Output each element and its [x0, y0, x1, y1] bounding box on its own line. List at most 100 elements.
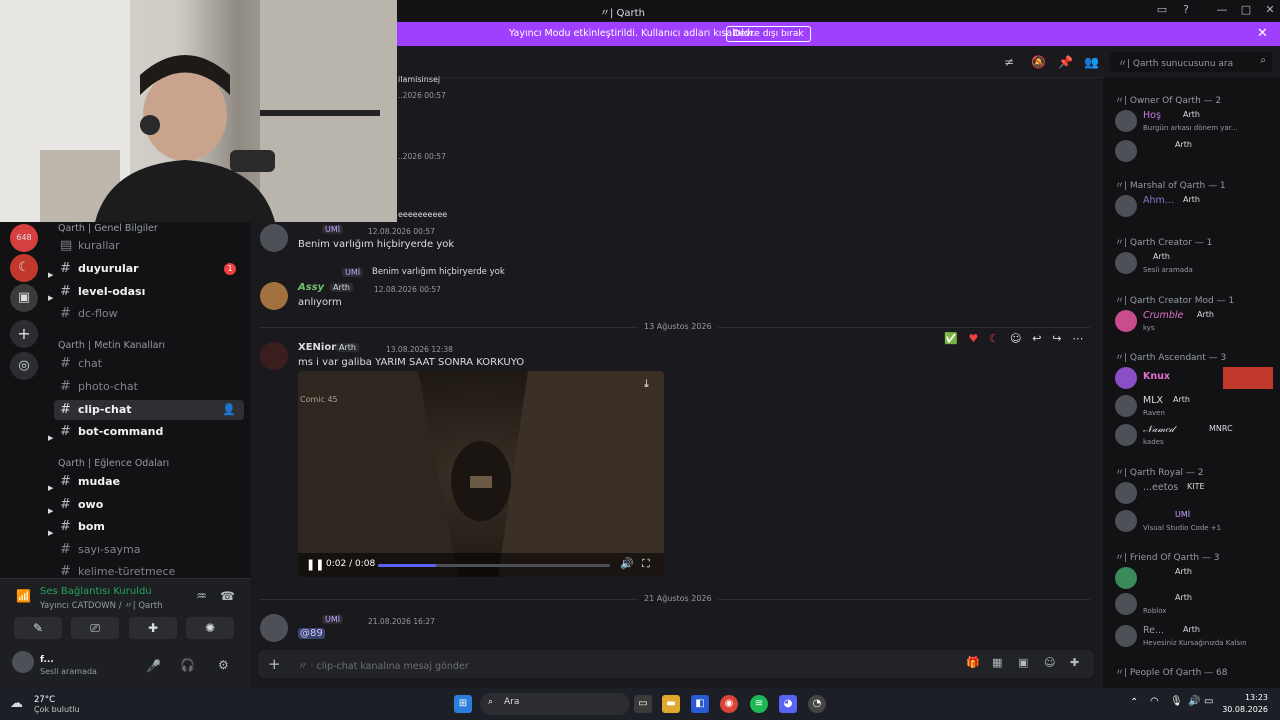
discord-icon[interactable]: ◕: [779, 695, 797, 713]
channel-kurallar[interactable]: ▤ kurallar: [54, 236, 244, 256]
channel-sayi-sayma[interactable]: # sayı-sayma: [54, 540, 244, 560]
store-icon[interactable]: ◧: [691, 695, 709, 713]
member-item[interactable]: Arth: [1113, 136, 1275, 166]
server-icon-home[interactable]: 648: [10, 224, 38, 252]
category-text-channels[interactable]: Qarth | Metin Kanalları: [58, 340, 165, 351]
reply-icon[interactable]: ↩: [1032, 332, 1041, 345]
reply-preview[interactable]: Benim varlığım hiçbiryerde yok: [372, 267, 505, 277]
close-icon[interactable]: ✕: [1257, 26, 1268, 41]
discover-icon[interactable]: ◎: [10, 352, 38, 380]
channel-level-odasi[interactable]: ▶ # level-odası: [48, 282, 244, 302]
spotify-icon[interactable]: ≋: [750, 695, 768, 713]
server-search[interactable]: 〃| Qarth sunucusunu ara ⌕: [1110, 52, 1272, 72]
channel-duyurular[interactable]: ▶ # duyurular 1: [48, 259, 244, 279]
activities-button[interactable]: ✚: [129, 617, 177, 639]
pause-icon[interactable]: ❚❚: [306, 558, 324, 571]
weather-cloud-icon[interactable]: ☁: [10, 696, 23, 711]
category-general-info[interactable]: Qarth | Genel Bilgiler: [58, 223, 158, 234]
download-icon[interactable]: ⤓: [644, 377, 649, 391]
pin-icon[interactable]: 📌: [1058, 55, 1073, 69]
flag-reaction-icon[interactable]: ☾: [989, 332, 999, 345]
volume-icon[interactable]: 🔊: [620, 557, 634, 570]
member-item[interactable]: Crumble Arth kys: [1113, 306, 1275, 336]
screen-share-button[interactable]: ⎚: [71, 617, 119, 639]
channel-bom[interactable]: ▶ # bom: [48, 517, 244, 537]
gif-icon[interactable]: ▦: [992, 656, 1002, 669]
chrome-icon[interactable]: ◉: [720, 695, 738, 713]
voice-channel[interactable]: Yayıncı CATDOWN / 〃| Qarth: [40, 599, 162, 611]
member-item[interactable]: MLX Arth Raven: [1113, 391, 1275, 421]
message-author[interactable]: Assy: [298, 282, 324, 293]
category-fun-rooms[interactable]: Qarth | Eğlence Odaları: [58, 458, 169, 469]
task-view-icon[interactable]: ▭: [634, 695, 652, 713]
member-item[interactable]: 𝒩𝒶𝓂𝑒𝒹 MNRC kades: [1113, 420, 1275, 450]
member-list-icon[interactable]: 👥: [1084, 55, 1099, 69]
channel-dc-flow[interactable]: # dc-flow: [54, 304, 244, 324]
channel-mudae[interactable]: ▶ # mudae: [48, 472, 244, 492]
mention[interactable]: @89: [298, 628, 325, 639]
member-item[interactable]: Arth Roblox: [1113, 589, 1275, 619]
member-item[interactable]: ...eetos KITE: [1113, 478, 1275, 508]
heart-reaction-icon[interactable]: ♥: [969, 332, 979, 345]
close-window-button[interactable]: ✕: [1262, 3, 1278, 17]
disable-streamer-mode-button[interactable]: Devre dışı bırak: [726, 26, 811, 42]
sticker-icon[interactable]: ▣: [1018, 656, 1028, 669]
message-author[interactable]: XENion: [298, 342, 338, 353]
inbox-icon[interactable]: ▭: [1154, 3, 1170, 17]
battery-icon[interactable]: ▭: [1204, 696, 1213, 707]
minimize-button[interactable]: —: [1214, 3, 1230, 17]
attach-plus-icon[interactable]: +: [268, 655, 281, 673]
member-item[interactable]: UMİ Visual Studio Code +1: [1113, 506, 1275, 536]
channel-photo-chat[interactable]: # photo-chat: [54, 377, 244, 397]
message-composer[interactable]: + 〃 · clip-chat kanalına mesaj gönder 🎁 …: [258, 650, 1094, 678]
invite-member-icon[interactable]: 👤: [222, 400, 236, 420]
headphones-icon[interactable]: 🎧: [180, 658, 195, 672]
disconnect-icon[interactable]: ☎: [220, 589, 235, 603]
member-item[interactable]: Ahm... Arth: [1113, 191, 1275, 221]
apps-icon[interactable]: ✚: [1070, 656, 1079, 669]
member-item[interactable]: Knux: [1113, 363, 1275, 393]
channel-clip-chat[interactable]: # clip-chat 👤: [54, 400, 244, 420]
microphone-icon[interactable]: 🎙: [1170, 696, 1183, 707]
forward-icon[interactable]: ↪: [1052, 332, 1061, 345]
member-item[interactable]: Re... Arth Hevesiniz Kursağınızda Kalsın: [1113, 621, 1275, 651]
fullscreen-icon[interactable]: ⛶: [642, 557, 650, 571]
notification-bell-icon[interactable]: 🔕: [1031, 55, 1046, 69]
wifi-icon[interactable]: ◠: [1150, 696, 1159, 707]
add-server-icon[interactable]: +: [10, 320, 38, 348]
server-icon-folder[interactable]: ▣: [10, 284, 38, 312]
message-input[interactable]: 〃 · clip-chat kanalına mesaj gönder: [298, 658, 469, 672]
camera-button[interactable]: ✎: [14, 617, 62, 639]
maximize-button[interactable]: □: [1238, 3, 1254, 17]
weather-temp[interactable]: 27°C: [34, 695, 55, 705]
volume-icon[interactable]: 🔊: [1188, 696, 1200, 707]
start-windows-icon[interactable]: ⊞: [454, 695, 472, 713]
server-icon-turkey[interactable]: ☾: [10, 254, 38, 282]
avatar[interactable]: [260, 224, 288, 252]
video-player[interactable]: Comic 45 ⤓ ❚❚ 0:02 / 0:08 🔊 ⛶: [298, 371, 664, 577]
avatar[interactable]: [260, 342, 288, 370]
tray-chevron-icon[interactable]: ⌃: [1130, 697, 1138, 708]
channel-bot-command[interactable]: ▶ # bot-command: [48, 422, 244, 442]
noise-suppression-icon[interactable]: ♒: [196, 589, 207, 603]
taskbar-search[interactable]: ⌕ Ara: [480, 693, 630, 715]
avatar[interactable]: [260, 614, 288, 642]
member-item[interactable]: Hoş Arth Burgün arkası dönem yar...: [1113, 106, 1275, 136]
check-reaction-icon[interactable]: ✅: [944, 332, 958, 345]
help-icon[interactable]: ?: [1178, 3, 1194, 17]
emoji-icon[interactable]: ☺: [1044, 656, 1055, 669]
avatar[interactable]: [12, 651, 34, 673]
taskbar-date[interactable]: 30.08.2026: [1218, 705, 1268, 714]
search-input[interactable]: 〃| Qarth sunucusunu ara: [1118, 56, 1233, 69]
channel-owo[interactable]: ▶ # owo: [48, 495, 244, 515]
member-item[interactable]: Arth Sesli aramada: [1113, 248, 1275, 278]
mute-icon[interactable]: 🎤: [146, 659, 161, 673]
file-explorer-icon[interactable]: ▬: [662, 695, 680, 713]
channel-chat[interactable]: # chat: [54, 354, 244, 374]
threads-icon[interactable]: ≠: [1004, 55, 1014, 69]
taskbar-clock[interactable]: 13:23: [1218, 693, 1268, 702]
video-progress-bar[interactable]: [378, 564, 610, 567]
add-reaction-icon[interactable]: ☺: [1010, 332, 1021, 345]
avatar[interactable]: [260, 282, 288, 310]
more-icon[interactable]: ⋯: [1072, 332, 1083, 345]
